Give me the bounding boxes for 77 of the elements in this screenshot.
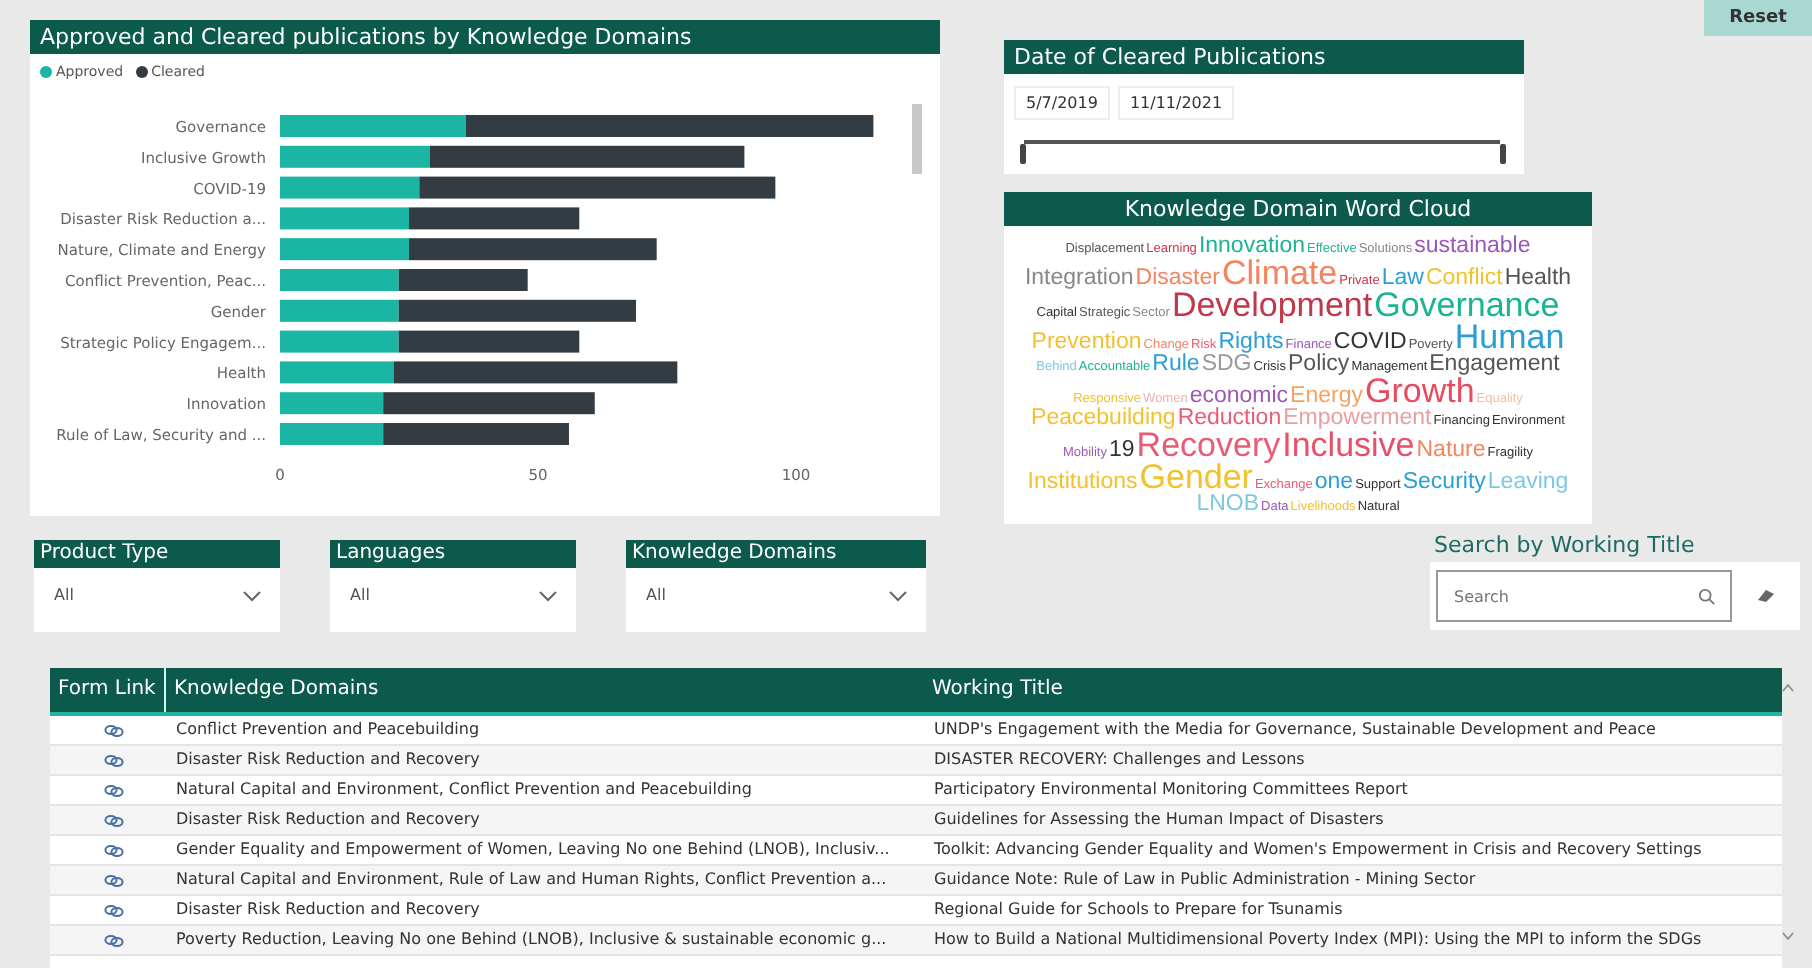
filter-title: Knowledge Domains xyxy=(626,540,926,568)
bar xyxy=(280,269,399,291)
cloud-word: Development xyxy=(1171,289,1373,322)
chevron-down-icon xyxy=(538,589,558,601)
table-cell-text: UNDP's Engagement with the Media for Governance, Sustainable Development and Peace xyxy=(932,718,1658,742)
cloud-word: Rights xyxy=(1218,331,1284,354)
cloud-word: Law xyxy=(1381,267,1424,289)
table-cell-text: Participatory Environmental Monitoring Committees Report xyxy=(932,778,1410,802)
cloud-word: Conflict xyxy=(1425,267,1503,289)
cloud-word: Human xyxy=(1454,321,1565,354)
cloud-word: Climate xyxy=(1221,257,1338,290)
slider-handle[interactable] xyxy=(1500,144,1506,164)
table-cell-text: Natural Capital and Environment, Conflict Prevention and Peacebuilding xyxy=(174,778,754,802)
table-cell-text: Disaster Risk Reduction and Recovery xyxy=(174,808,482,832)
cloud-word: Integration xyxy=(1024,267,1134,289)
bar xyxy=(280,207,409,230)
cloud-word: Prevention xyxy=(1031,331,1142,354)
chart-title: Approved and Cleared publications by Knowledge Domains xyxy=(30,20,940,54)
table-cell-text: Disaster Risk Reduction and Recovery xyxy=(174,898,482,922)
scroll-down-icon[interactable] xyxy=(1782,932,1794,940)
cloud-word: Engagement xyxy=(1429,353,1560,376)
cloud-word: LNOB xyxy=(1196,494,1260,517)
cloud-word: Health xyxy=(1504,267,1572,289)
cloud-word: Gender xyxy=(1139,462,1253,495)
cloud-word: SDG xyxy=(1201,353,1252,376)
start-date-field[interactable]: 5/7/2019 xyxy=(1014,86,1110,120)
cloud-word: economic xyxy=(1189,385,1289,408)
filter-title: Product Type xyxy=(34,540,280,568)
scroll-up-icon[interactable] xyxy=(1782,684,1794,692)
search-field[interactable]: Search xyxy=(1436,570,1732,622)
cloud-word: Peacebuilding xyxy=(1031,407,1176,430)
cloud-word: Energy xyxy=(1290,385,1363,408)
cloud-word: Institutions xyxy=(1027,472,1138,494)
table-cell-text: Conflict Prevention and Peacebuilding xyxy=(174,718,482,742)
filter-title: Languages xyxy=(330,540,576,568)
cloud-word: Policy xyxy=(1288,353,1350,376)
table-cell-text: Guidance Note: Rule of Law in Public Administration - Mining Sector xyxy=(932,868,1478,892)
chevron-down-icon xyxy=(888,589,908,601)
table-cell-text: Gender Equality and Empowerment of Women, Leaving No one Behind (LNOB), Inclusiv... xyxy=(174,838,892,862)
column-header[interactable]: Form Link xyxy=(50,668,166,712)
cloud-word: Disaster xyxy=(1135,267,1220,289)
table-cell-text: How to Build a National Multidimensional Poverty Index (MPI): Using the MPI to inform the SDGs xyxy=(932,928,1704,952)
slider-handle[interactable] xyxy=(1020,144,1026,164)
reset-button[interactable]: Reset xyxy=(1704,0,1812,36)
cloud-word: Innovation xyxy=(1198,235,1306,257)
date-slicer-title: Date of Cleared Publications xyxy=(1004,40,1524,74)
cloud-word: Empowerment xyxy=(1283,407,1432,430)
cloud-word: Rule xyxy=(1152,353,1200,376)
eraser-icon[interactable] xyxy=(1756,588,1776,604)
cloud-word: Reduction xyxy=(1177,407,1282,430)
cloud-word: one xyxy=(1314,472,1354,494)
cloud-word: Growth xyxy=(1364,375,1475,408)
table-cell-text: Disaster Risk Reduction and Recovery xyxy=(174,748,482,772)
cloud-word: Recovery xyxy=(1136,429,1281,463)
table-cell-text: Toolkit: Advancing Gender Equality and Women's Empowerment in Crisis and Recovery Settings xyxy=(932,838,1704,862)
table-cell-text: DISASTER RECOVERY: Challenges and Lessons xyxy=(932,748,1307,772)
column-header[interactable]: Knowledge Domains xyxy=(166,668,924,712)
cloud-word: COVID xyxy=(1333,331,1407,354)
search-icon xyxy=(1698,588,1716,606)
search-title: Search by Working Title xyxy=(1432,532,1697,558)
column-header[interactable]: Working Title xyxy=(924,668,1782,712)
cloud-word: Leaving xyxy=(1487,472,1569,494)
chevron-down-icon xyxy=(242,589,262,601)
cloud-word: Security xyxy=(1402,472,1486,494)
table-cell-text: Guidelines for Assessing the Human Impact of Disasters xyxy=(932,808,1386,832)
cloud-word: Nature xyxy=(1416,439,1486,462)
table-cell-text: Poverty Reduction, Leaving No one Behind (LNOB), Inclusive & sustainable economic g... xyxy=(174,928,889,952)
cloud-word: 19 xyxy=(1109,439,1135,462)
word-cloud-title: Knowledge Domain Word Cloud xyxy=(1004,191,1592,226)
table-cell-text: Regional Guide for Schools to Prepare for Tsunamis xyxy=(932,898,1345,922)
cloud-word: Inclusive xyxy=(1282,429,1415,463)
scrollbar-thumb[interactable] xyxy=(912,104,922,174)
cloud-word: sustainable xyxy=(1414,235,1531,257)
bar xyxy=(398,269,528,291)
table-cell-text: Natural Capital and Environment, Rule of Law and Human Rights, Conflict Prevention a... xyxy=(174,868,889,892)
end-date-field[interactable]: 11/11/2021 xyxy=(1117,86,1235,120)
cloud-word: Governance xyxy=(1374,289,1560,322)
